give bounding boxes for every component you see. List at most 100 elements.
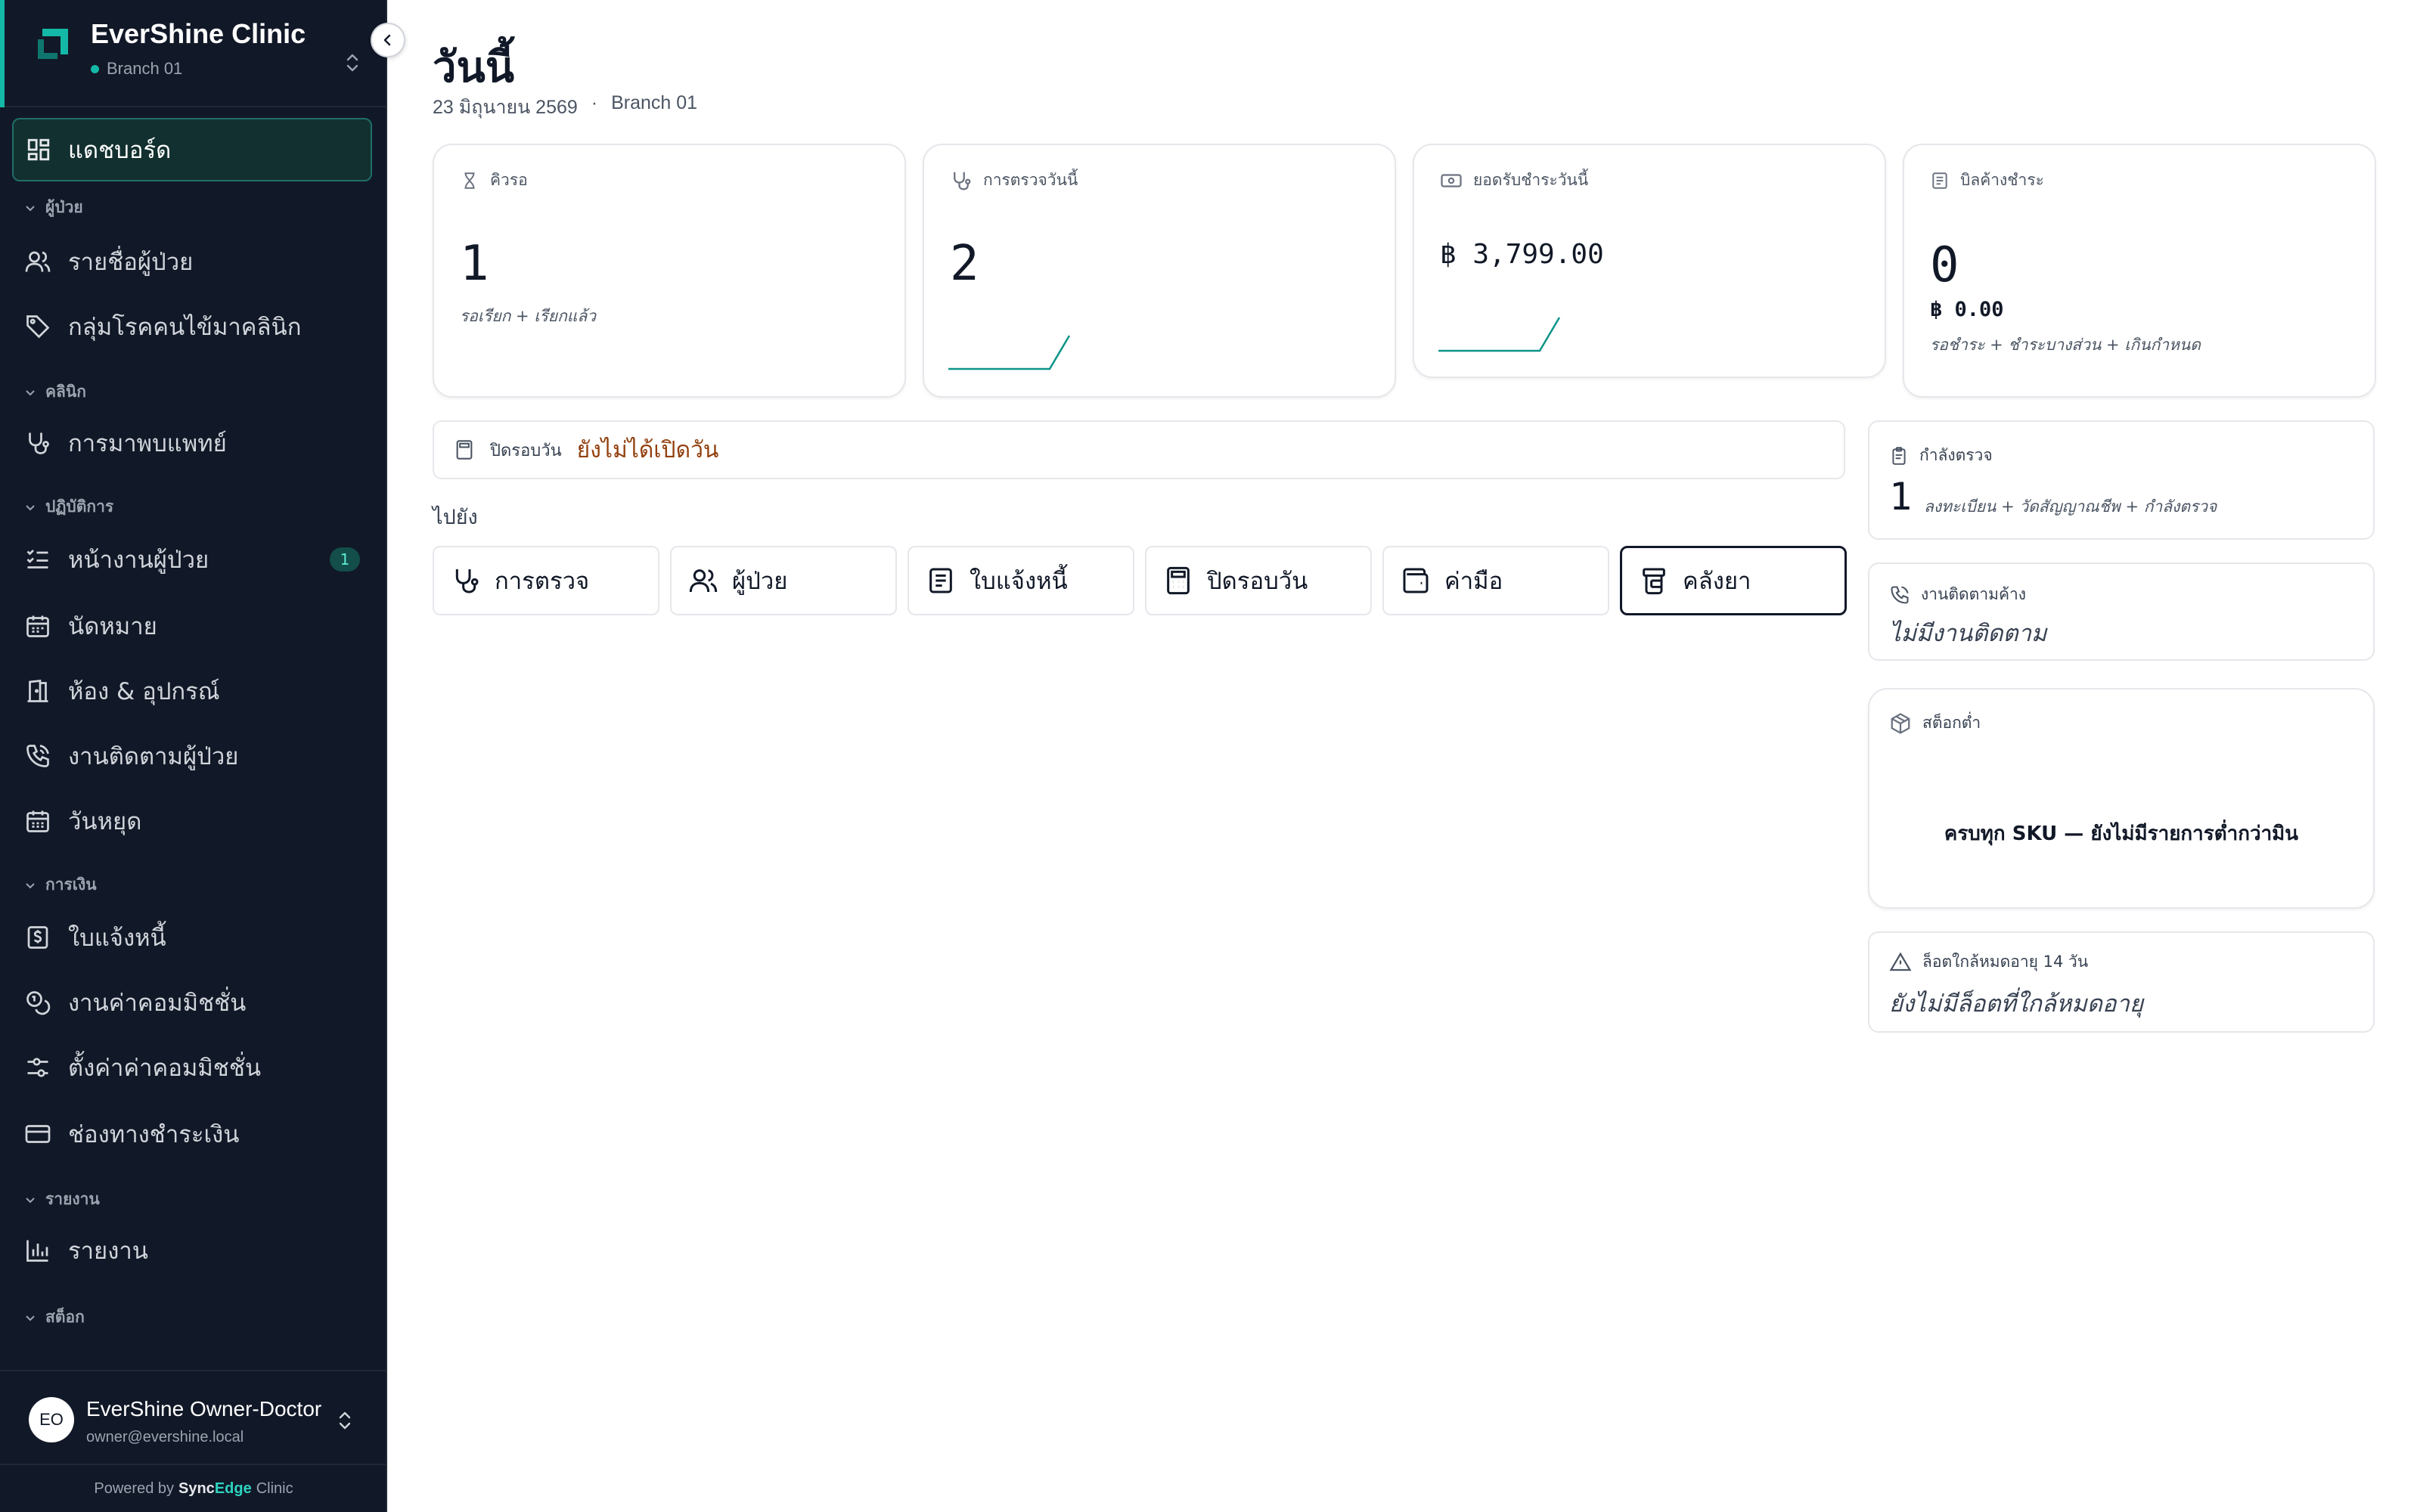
phone-call-icon xyxy=(26,745,49,767)
button-label: ปิดรอบวัน xyxy=(1207,568,1308,595)
goto-invoices-button[interactable]: ใบแจ้งหนี้ xyxy=(908,546,1134,615)
user-email: owner@evershine.local xyxy=(86,1429,244,1445)
brand-clinic: Clinic xyxy=(256,1479,293,1497)
goto-patients-button[interactable]: ผู้ป่วย xyxy=(670,546,897,615)
stat-label: บิลค้างชำระ xyxy=(1960,171,2044,189)
goto-pharmacy-button[interactable]: คลังยา xyxy=(1620,546,1847,615)
section-clinic[interactable]: คลินิก xyxy=(24,380,86,404)
list-checks-icon xyxy=(26,550,48,569)
section-reports[interactable]: รายงาน xyxy=(24,1187,100,1212)
section-operations[interactable]: ปฏิบัติการ xyxy=(24,494,113,519)
button-label: คลังยา xyxy=(1683,568,1751,595)
wallet-icon xyxy=(1403,568,1429,593)
clipboard-icon xyxy=(1892,446,1906,465)
sidebar-accent-bar xyxy=(0,0,5,107)
sidebar-item-label: รายงาน xyxy=(68,1238,148,1265)
section-stock[interactable]: สต็อก xyxy=(24,1305,85,1330)
clinic-name: EverShine Clinic xyxy=(91,18,306,49)
user-menu[interactable]: EO EverShine Owner-Doctor owner@evershin… xyxy=(0,1370,387,1464)
followup-card[interactable]: งานติดตามค้าง ไม่มีงานติดตาม xyxy=(1868,562,2375,661)
receipt-dollar-icon xyxy=(27,926,48,949)
calculator-icon xyxy=(456,440,473,460)
coins-icon xyxy=(26,991,51,1015)
in-exam-card[interactable]: กำลังตรวจ 1 ลงทะเบียน + วัดสัญญาณชีพ + ก… xyxy=(1868,420,2375,540)
branch-selector[interactable]: Branch 01 xyxy=(91,59,182,79)
stat-card-outstanding-bills[interactable]: บิลค้างชำระ 0 ฿ 0.00 รอชำระ + ชำระบางส่ว… xyxy=(1903,144,2376,398)
sidebar-item-invoices[interactable]: ใบแจ้งหนี้ xyxy=(12,906,372,969)
stat-label: คิวรอ xyxy=(490,171,528,189)
card-header: สต็อกต่ำ xyxy=(1889,711,1981,736)
calendar-icon xyxy=(26,615,49,637)
sidebar-item-doctor-visits[interactable]: การมาพบแพทย์ xyxy=(12,411,372,475)
goto-heading: ไปยัง xyxy=(433,506,478,529)
section-label: การเงิน xyxy=(45,875,97,894)
followup-empty: ไม่มีงานติดตาม xyxy=(1889,620,2047,647)
in-exam-note: ลงทะเบียน + วัดสัญญาณชีพ + กำลังตรวจ xyxy=(1924,497,2217,516)
file-text-icon xyxy=(1932,172,1947,189)
powered-by: Powered by SyncEdge Clinic xyxy=(0,1464,387,1512)
expiring-lots-card[interactable]: ล็อตใกล้หมดอายุ 14 วัน ยังไม่มีล็อตที่ใก… xyxy=(1868,931,2375,1033)
chevron-left-icon xyxy=(383,34,391,46)
chevrons-up-down-icon[interactable] xyxy=(343,51,361,74)
sidebar-item-patient-list[interactable]: รายชื่อผู้ป่วย xyxy=(12,230,372,293)
file-text-icon xyxy=(929,568,952,593)
card-label: ล็อตใกล้หมดอายุ 14 วัน xyxy=(1922,953,2089,971)
expiring-empty: ยังไม่มีล็อตที่ใกล้หมดอายุ xyxy=(1889,990,2144,1018)
goto-day-close-button[interactable]: ปิดรอบวัน xyxy=(1145,546,1372,615)
branch-name: Branch 01 xyxy=(107,59,183,78)
pill-bottle-icon xyxy=(1643,568,1665,595)
collapse-sidebar-button[interactable] xyxy=(371,23,405,57)
avatar: EO xyxy=(29,1397,74,1442)
chevron-down-icon xyxy=(26,1315,35,1321)
branch-status-dot xyxy=(91,64,99,73)
chevrons-up-down-icon[interactable] xyxy=(336,1409,354,1432)
door-icon xyxy=(27,679,48,702)
stat-card-exams[interactable]: การตรวจวันนี้ 2 xyxy=(923,144,1396,398)
low-stock-card[interactable]: สต็อกต่ำ ครบทุก SKU — ยังไม่มีรายการต่ำก… xyxy=(1868,688,2375,909)
section-patients[interactable]: ผู้ป่วย xyxy=(24,195,83,220)
sidebar-item-label: หน้างานผู้ป่วย xyxy=(68,547,209,574)
sidebar-item-commission-settings[interactable]: ตั้งค่าค่าคอมมิชชั่น xyxy=(12,1036,372,1099)
stat-label: การตรวจวันนี้ xyxy=(983,171,1078,189)
day-close-status: ยังไม่ได้เปิดวัน xyxy=(576,436,719,463)
brand-sync: Sync xyxy=(178,1479,215,1497)
chevron-down-icon xyxy=(26,882,35,888)
card-header: งานติดตามค้าง xyxy=(1889,582,2026,607)
goto-exam-button[interactable]: การตรวจ xyxy=(433,546,659,615)
banknote-icon xyxy=(1441,173,1462,187)
sidebar-item-reports[interactable]: รายงาน xyxy=(12,1219,372,1282)
stat-note: รอชำระ + ชำระบางส่วน + เกินกำหนด xyxy=(1930,336,2201,354)
button-label: ผู้ป่วย xyxy=(732,568,788,595)
sidebar-item-dashboard[interactable]: แดชบอร์ด xyxy=(12,118,372,181)
chevron-down-icon xyxy=(26,504,35,510)
goto-fees-button[interactable]: ค่ามือ xyxy=(1382,546,1609,615)
stat-card-queue[interactable]: คิวรอ 1 รอเรียก + เรียกแล้ว xyxy=(433,144,906,398)
button-label: การตรวจ xyxy=(495,568,590,595)
sidebar-item-holidays[interactable]: วันหยุด xyxy=(12,789,372,853)
section-label: สต็อก xyxy=(45,1308,85,1326)
sidebar-item-appointments[interactable]: นัดหมาย xyxy=(12,594,372,658)
sidebar-item-label: งานค่าคอมมิชชั่น xyxy=(68,990,247,1017)
sidebar-item-label: แดชบอร์ด xyxy=(68,137,172,164)
sidebar-item-commission-jobs[interactable]: งานค่าคอมมิชชั่น xyxy=(12,971,372,1034)
sidebar-item-patient-followup[interactable]: งานติดตามผู้ป่วย xyxy=(12,724,372,788)
sidebar-item-chronic-groups[interactable]: กลุ่มโรคคนไข้มาคลินิก xyxy=(12,295,372,358)
stat-card-payments[interactable]: ยอดรับชำระวันนี้ ฿ 3,799.00 xyxy=(1413,144,1886,378)
card-label: งานติดตามค้าง xyxy=(1921,585,2027,603)
sidebar-item-label: งานติดตามผู้ป่วย xyxy=(68,743,239,770)
current-branch: Branch 01 xyxy=(611,92,698,113)
package-icon xyxy=(1891,712,1910,734)
subtitle-separator: · xyxy=(591,92,598,113)
exams-sparkline xyxy=(948,335,1071,370)
section-finance[interactable]: การเงิน xyxy=(24,872,97,897)
stat-value: 1 xyxy=(460,236,489,292)
chevron-down-icon xyxy=(26,389,35,395)
credit-card-icon xyxy=(25,1125,51,1143)
card-header: กำลังตรวจ xyxy=(1889,443,1993,468)
calendar-days-icon xyxy=(26,810,49,832)
hourglass-icon xyxy=(464,172,475,189)
sidebar-item-patient-worklist[interactable]: หน้างานผู้ป่วย 1 xyxy=(12,528,372,591)
sliders-icon xyxy=(27,1058,48,1077)
sidebar-item-rooms-equipment[interactable]: ห้อง & อุปกรณ์ xyxy=(12,659,372,723)
sidebar-item-payment-channels[interactable]: ช่องทางชำระเงิน xyxy=(12,1102,372,1166)
